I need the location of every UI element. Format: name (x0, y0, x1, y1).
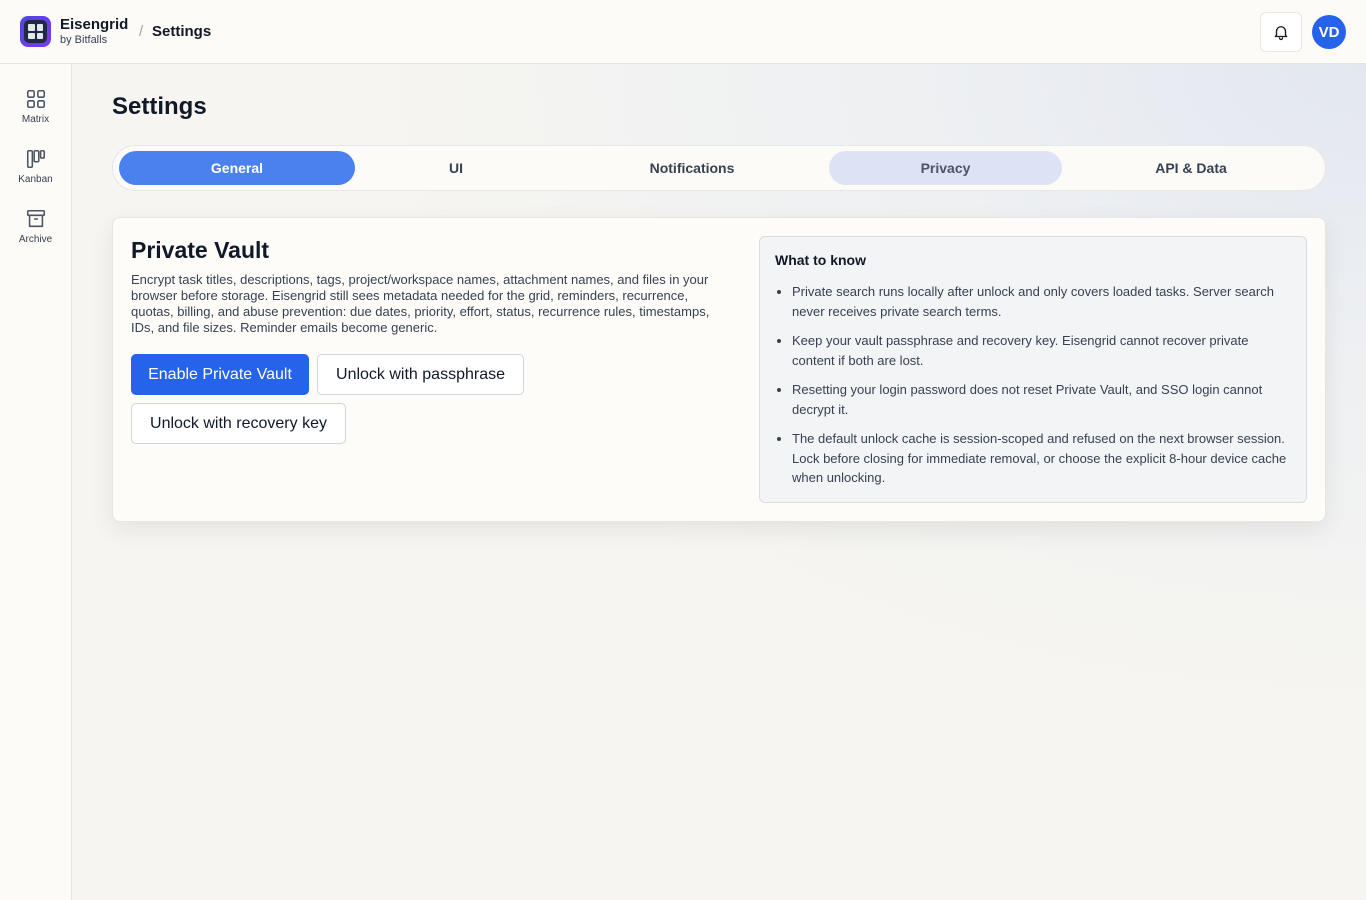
brand[interactable]: Eisengrid by Bitfalls (60, 16, 128, 47)
list-item: Resetting your login password does not r… (775, 380, 1293, 419)
what-to-know-list: Private search runs locally after unlock… (775, 282, 1293, 498)
grid-icon (26, 89, 45, 109)
sidebar-item-matrix[interactable]: Matrix (0, 88, 71, 136)
tab-api-data[interactable]: API & Data (1073, 151, 1309, 185)
breadcrumb-separator: / (139, 23, 144, 40)
tab-ui[interactable]: UI (355, 151, 557, 185)
sidebar-item-label: Kanban (18, 174, 53, 185)
bell-icon (1274, 26, 1288, 41)
tab-privacy[interactable]: Privacy (829, 151, 1062, 185)
list-item: Keep your vault passphrase and recovery … (775, 331, 1293, 370)
vault-description: Encrypt task titles, descriptions, tags,… (131, 272, 710, 335)
list-item: The default unlock cache is session-scop… (775, 429, 1293, 488)
settings-tabs: General UI Notifications Privacy API & D… (112, 145, 1326, 191)
logo-grid-icon (24, 20, 47, 43)
sidebar-item-archive[interactable]: Archive (0, 208, 71, 256)
top-bar: Eisengrid by Bitfalls / Settings VD (0, 0, 1366, 64)
enable-vault-button[interactable]: Enable Private Vault (131, 354, 309, 395)
sidebar-item-label: Matrix (21, 114, 50, 125)
sidebar-item-kanban[interactable]: Kanban (0, 148, 71, 196)
sidebar: Matrix Kanban Archive (0, 64, 72, 900)
breadcrumb-current: Settings (152, 23, 212, 40)
vault-title: Private Vault (131, 237, 270, 263)
kanban-icon (26, 149, 45, 169)
archive-icon (26, 209, 45, 228)
unlock-passphrase-button[interactable]: Unlock with passphrase (317, 354, 524, 395)
unlock-recovery-key-button[interactable]: Unlock with recovery key (131, 403, 346, 444)
notifications-button[interactable] (1260, 12, 1302, 52)
page-title: Settings (112, 93, 207, 120)
user-avatar[interactable]: VD (1312, 15, 1346, 49)
list-item: Private search runs locally after unlock… (775, 282, 1293, 321)
brand-subtitle: by Bitfalls (60, 34, 108, 46)
tab-notifications[interactable]: Notifications (587, 151, 797, 185)
brand-name: Eisengrid (60, 16, 129, 33)
tab-general[interactable]: General (119, 151, 355, 185)
what-to-know-title: What to know (775, 252, 866, 268)
sidebar-item-label: Archive (18, 234, 53, 245)
app-logo[interactable] (20, 16, 51, 47)
